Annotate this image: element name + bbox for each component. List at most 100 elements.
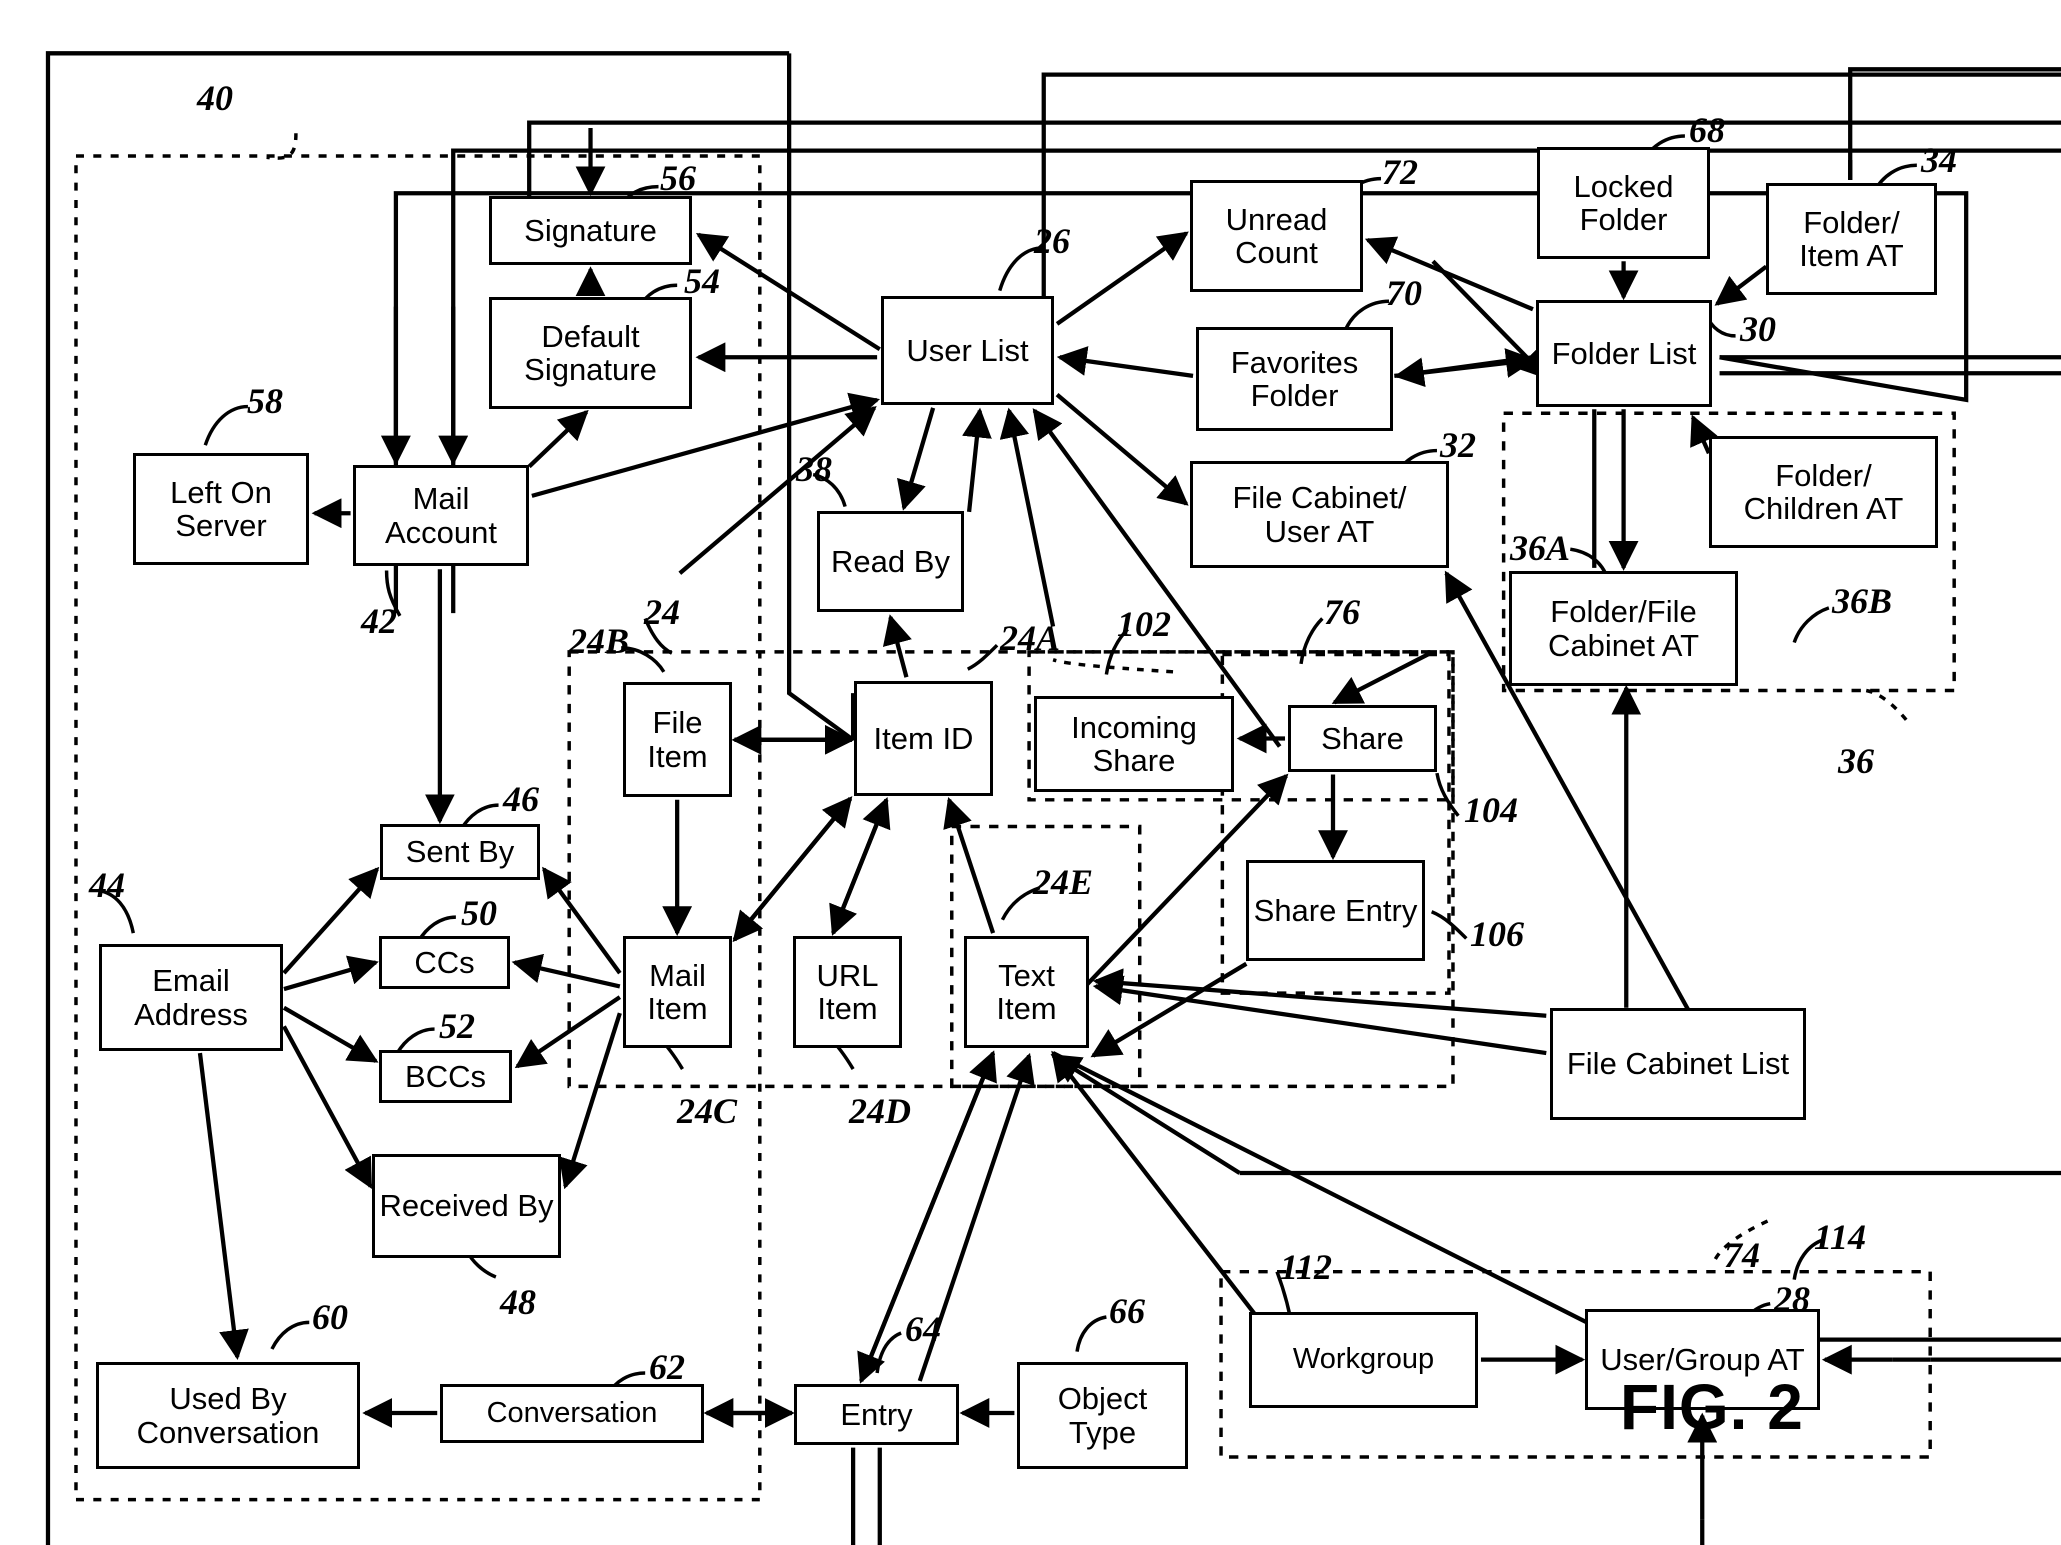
ref-numeral-30: 30 (1740, 309, 1776, 349)
node-share-entry[interactable]: Share Entry (1246, 860, 1425, 961)
node-label: Share Entry (1253, 892, 1418, 928)
ref-numeral-24c: 24C (677, 1091, 738, 1131)
node-label: Incoming Share (1071, 709, 1197, 778)
node-object-type[interactable]: Object Type (1017, 1362, 1188, 1469)
ref-numeral-60: 60 (312, 1297, 348, 1337)
ref-numeral-72: 72 (1382, 152, 1418, 192)
ref-numeral-112: 112 (1280, 1247, 1333, 1287)
node-label: Received By (379, 1188, 554, 1224)
node-folder-item-at[interactable]: Folder/ Item AT (1766, 183, 1937, 295)
ref-numeral-62: 62 (649, 1347, 685, 1387)
node-entry[interactable]: Entry (794, 1384, 959, 1445)
ref-numeral-36: 36 (1838, 741, 1874, 781)
node-bccs[interactable]: BCCs (379, 1050, 512, 1103)
node-folder-children-at[interactable]: Folder/ Children AT (1709, 436, 1938, 548)
node-label: CCs (414, 944, 475, 980)
node-label: Sent By (405, 834, 515, 870)
node-label: Unread Count (1225, 201, 1328, 270)
ref-numeral-46: 46 (503, 779, 539, 819)
ref-numeral-102: 102 (1117, 604, 1171, 644)
node-label: Locked Folder (1573, 168, 1674, 237)
node-label: Folder/File Cabinet AT (1547, 594, 1700, 663)
node-label: Share (1321, 720, 1404, 756)
ref-numeral-70: 70 (1386, 273, 1422, 313)
node-label: Text Item (996, 957, 1057, 1026)
ref-numeral-104: 104 (1464, 790, 1518, 830)
node-label: File Item (647, 705, 708, 774)
ref-numeral-66: 66 (1109, 1291, 1145, 1331)
node-label: Object Type (1057, 1381, 1148, 1450)
node-label: Entry (840, 1396, 913, 1432)
node-email-address[interactable]: Email Address (99, 944, 283, 1051)
ref-numeral-32: 32 (1440, 425, 1476, 465)
node-label: Folder/ Children AT (1743, 457, 1904, 526)
node-label: File Cabinet List (1566, 1046, 1790, 1082)
ref-numeral-38: 38 (796, 449, 832, 489)
node-favorites-folder[interactable]: Favorites Folder (1196, 327, 1393, 431)
node-file-item[interactable]: File Item (623, 682, 732, 797)
ref-numeral-24e: 24E (1033, 862, 1094, 902)
ref-numeral-56: 56 (660, 158, 696, 198)
node-mail-item[interactable]: Mail Item (623, 936, 732, 1048)
ref-numeral-24d: 24D (849, 1091, 911, 1131)
ref-numeral-28: 28 (1774, 1279, 1810, 1319)
node-file-cabinet-user-at[interactable]: File Cabinet/ User AT (1190, 461, 1449, 568)
node-label: Workgroup (1292, 1343, 1435, 1376)
node-mail-account[interactable]: Mail Account (353, 465, 529, 566)
node-signature[interactable]: Signature (489, 196, 692, 265)
node-label: User List (906, 332, 1029, 368)
ref-numeral-42: 42 (361, 601, 397, 641)
node-label: Read By (831, 543, 950, 579)
ref-numeral-24a: 24A (1000, 618, 1061, 658)
ref-numeral-64: 64 (905, 1309, 941, 1349)
node-folder-list[interactable]: Folder List (1536, 300, 1712, 407)
node-item-id[interactable]: Item ID (854, 681, 993, 796)
ref-numeral-106: 106 (1470, 914, 1524, 954)
node-user-list[interactable]: User List (881, 296, 1054, 405)
node-label: File Cabinet/ User AT (1232, 480, 1407, 549)
node-label: BCCs (405, 1058, 486, 1094)
node-ccs[interactable]: CCs (379, 936, 510, 989)
node-label: Item ID (873, 720, 974, 756)
node-label: Email Address (134, 963, 248, 1032)
node-label: Used By Conversation (136, 1381, 320, 1450)
node-folder-file-cabinet-at[interactable]: Folder/File Cabinet AT (1509, 571, 1738, 686)
ref-numeral-114: 114 (1814, 1217, 1867, 1257)
node-text-item[interactable]: Text Item (964, 936, 1089, 1048)
node-label: Folder List (1551, 335, 1697, 371)
node-url-item[interactable]: URL Item (793, 936, 902, 1048)
node-share[interactable]: Share (1288, 705, 1437, 772)
node-label: Mail Account (384, 481, 497, 550)
node-sent-by[interactable]: Sent By (380, 824, 540, 880)
node-left-on-server[interactable]: Left On Server (133, 453, 309, 565)
ref-numeral-26: 26 (1034, 221, 1070, 261)
node-used-by-conversation[interactable]: Used By Conversation (96, 1362, 360, 1469)
ref-numeral-76: 76 (1324, 592, 1360, 632)
node-label: Conversation (486, 1396, 658, 1429)
figure-label: FIG. 2 (1620, 1371, 1804, 1443)
ref-numeral-54: 54 (684, 261, 720, 301)
ref-numeral-24b: 24B (569, 621, 630, 661)
node-locked-folder[interactable]: Locked Folder (1537, 147, 1710, 259)
ref-numeral-36a: 36A (1510, 528, 1571, 568)
node-default-signature[interactable]: Default Signature (489, 297, 692, 409)
node-conversation[interactable]: Conversation (440, 1384, 704, 1443)
node-workgroup[interactable]: Workgroup (1249, 1312, 1478, 1408)
ref-numeral-44: 44 (89, 865, 125, 905)
node-file-cabinet-list[interactable]: File Cabinet List (1550, 1008, 1806, 1120)
ref-numeral-36b: 36B (1832, 581, 1893, 621)
node-label: Mail Item (647, 957, 708, 1026)
node-label: Default Signature (524, 318, 657, 387)
ref-numeral-68: 68 (1689, 110, 1725, 150)
node-label: URL Item (816, 957, 879, 1026)
ref-numeral-52: 52 (439, 1006, 475, 1046)
node-label: Signature (524, 212, 657, 248)
node-unread-count[interactable]: Unread Count (1190, 180, 1363, 292)
ref-numeral-48: 48 (500, 1282, 536, 1322)
node-read-by[interactable]: Read By (817, 511, 964, 612)
node-received-by[interactable]: Received By (372, 1154, 561, 1258)
node-incoming-share[interactable]: Incoming Share (1034, 696, 1234, 792)
patent-figure-page: Signature Default Signature Left On Serv… (0, 0, 2061, 1545)
ref-numeral-34: 34 (1921, 140, 1957, 180)
ref-numeral-50: 50 (461, 893, 497, 933)
